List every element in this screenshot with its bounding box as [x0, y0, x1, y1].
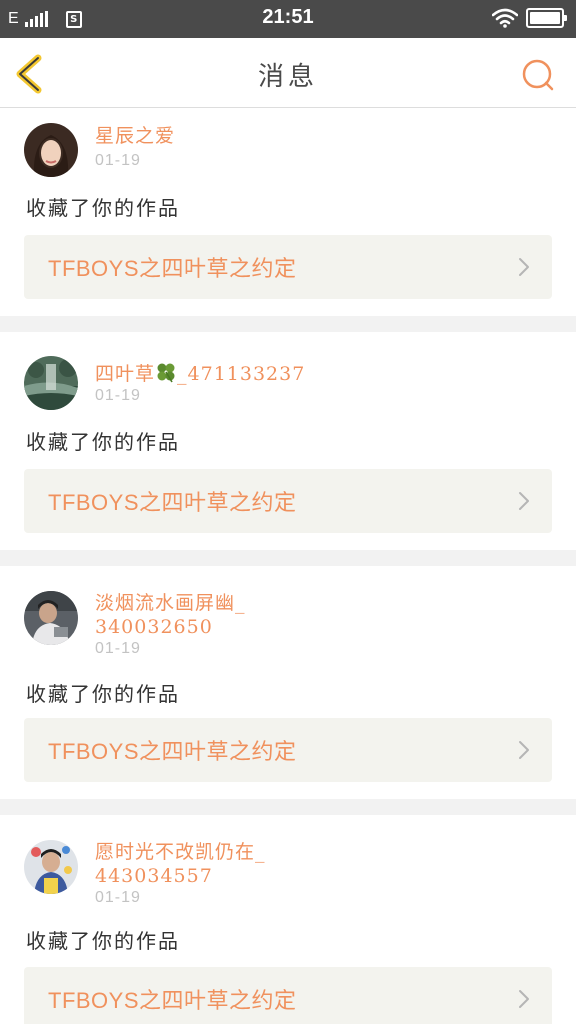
- message-list: 星辰之爱 01-19 收藏了你的作品 TFBOYS之四叶草之约定 四叶草 _47…: [0, 108, 576, 1024]
- status-bar: E S 21:51: [0, 0, 576, 38]
- work-link[interactable]: TFBOYS之四叶草之约定: [24, 235, 552, 299]
- wifi-icon: [492, 8, 518, 28]
- avatar[interactable]: [24, 591, 78, 645]
- work-title: TFBOYS之四叶草之约定: [48, 490, 297, 515]
- message-text: 收藏了你的作品: [26, 682, 180, 706]
- user-name[interactable]: 愿时光不改凯仍在_443034557: [95, 840, 275, 888]
- status-right: [492, 8, 567, 28]
- message-text: 收藏了你的作品: [26, 196, 180, 220]
- message-date: 01-19: [95, 889, 141, 906]
- message-card: 淡烟流水画屏幽_340032650 01-19 收藏了你的作品 TFBOYS之四…: [0, 566, 576, 799]
- user-name[interactable]: 星辰之爱: [95, 124, 355, 148]
- battery-icon: [526, 8, 567, 28]
- page-title: 消息: [257, 62, 318, 92]
- clover-icon: [157, 363, 175, 383]
- user-name-prefix: 四叶草: [95, 363, 156, 385]
- chevron-right-icon: [519, 990, 529, 1008]
- user-name[interactable]: 淡烟流水画屏幽_340032650: [95, 591, 255, 639]
- avatar[interactable]: [24, 356, 78, 410]
- work-link[interactable]: TFBOYS之四叶草之约定: [24, 967, 552, 1024]
- search-icon: [522, 59, 554, 91]
- search-button[interactable]: [520, 58, 556, 92]
- clock: 21:51: [262, 6, 314, 28]
- work-link[interactable]: TFBOYS之四叶草之约定: [24, 469, 552, 533]
- nav-bar: 消息: [0, 38, 576, 108]
- user-name[interactable]: 四叶草 _471133237: [95, 361, 395, 386]
- message-card: 星辰之爱 01-19 收藏了你的作品 TFBOYS之四叶草之约定: [0, 108, 576, 316]
- chevron-right-icon: [519, 258, 529, 276]
- message-card: 四叶草 _471133237 01-19 收藏了你的作品 TFBOYS之四叶草之…: [0, 332, 576, 550]
- message-text: 收藏了你的作品: [26, 929, 180, 953]
- work-link[interactable]: TFBOYS之四叶草之约定: [24, 718, 552, 782]
- user-name-suffix: _471133237: [177, 363, 306, 385]
- message-card: 愿时光不改凯仍在_443034557 01-19 收藏了你的作品 TFBOYS之…: [0, 815, 576, 1024]
- message-text: 收藏了你的作品: [26, 430, 180, 454]
- avatar[interactable]: [24, 123, 78, 177]
- work-title: TFBOYS之四叶草之约定: [48, 739, 297, 764]
- work-title: TFBOYS之四叶草之约定: [48, 988, 297, 1013]
- chevron-right-icon: [519, 492, 529, 510]
- work-title: TFBOYS之四叶草之约定: [48, 256, 297, 281]
- avatar[interactable]: [24, 840, 78, 894]
- message-date: 01-19: [95, 387, 141, 404]
- message-date: 01-19: [95, 640, 141, 657]
- message-date: 01-19: [95, 152, 141, 169]
- chevron-right-icon: [519, 741, 529, 759]
